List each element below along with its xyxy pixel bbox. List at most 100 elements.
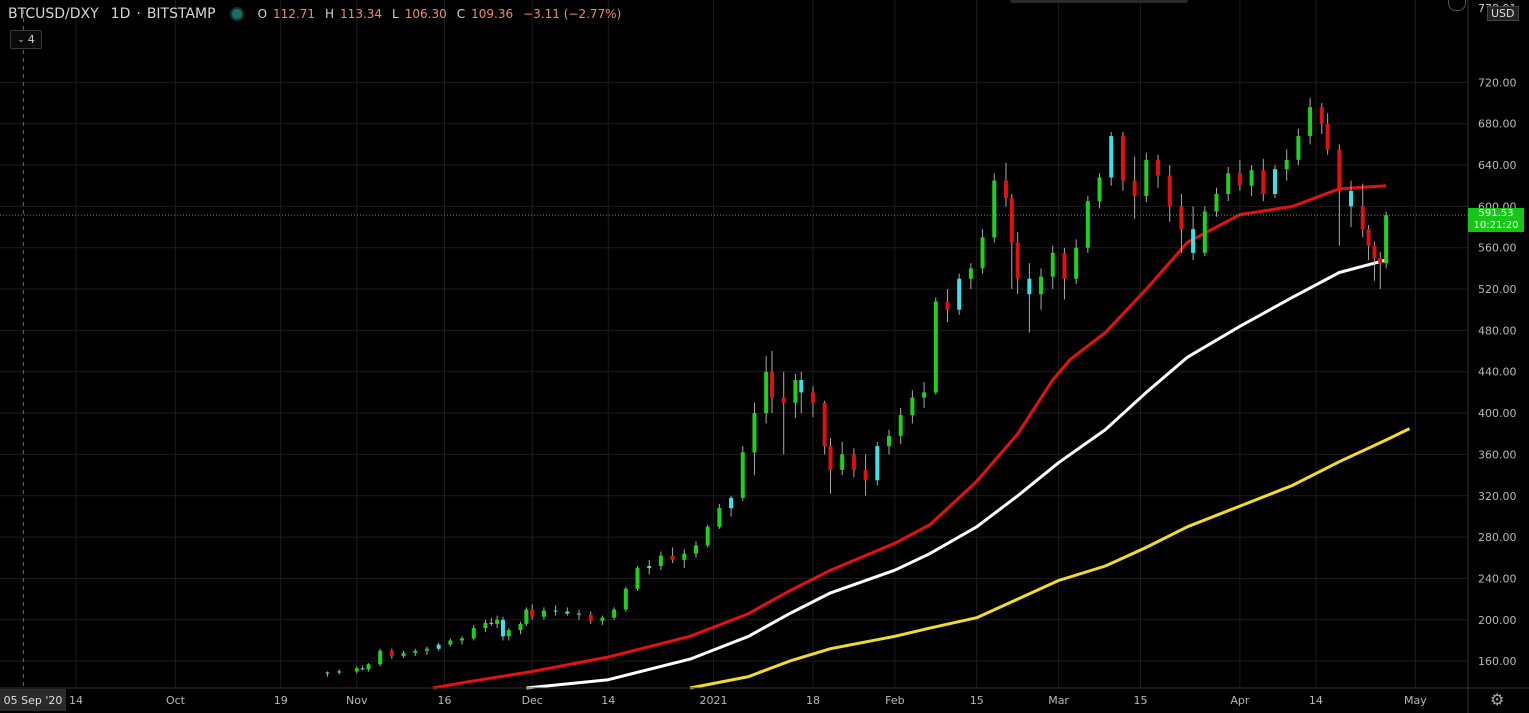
candle-body bbox=[354, 668, 359, 672]
candle-body bbox=[752, 413, 757, 453]
symbol-header: BTCUSD/DXY 1D · BITSTAMP O 112.71 H 113.34… bbox=[8, 6, 625, 22]
current-price-value: 591.53 bbox=[1478, 208, 1514, 220]
price-tick-label: 520.00 bbox=[1478, 283, 1517, 296]
candle-body bbox=[471, 628, 476, 639]
time-tick-label: Mar bbox=[1048, 694, 1069, 707]
candle-body bbox=[524, 609, 529, 624]
price-tick-label: 320.00 bbox=[1478, 490, 1517, 503]
candle-body bbox=[705, 526, 710, 546]
indicators-count: 4 bbox=[27, 33, 35, 46]
candle-body bbox=[799, 380, 804, 393]
current-price-badge: 591.53 10:21:20 bbox=[1468, 208, 1524, 233]
price-tick-label: 200.00 bbox=[1478, 614, 1517, 627]
candle-body bbox=[500, 619, 505, 637]
candle-body bbox=[1074, 247, 1079, 279]
time-tick-label: Oct bbox=[166, 694, 186, 707]
candle-body bbox=[875, 446, 880, 481]
candle[interactable] bbox=[623, 586, 628, 612]
candle-body bbox=[840, 454, 845, 470]
candle[interactable] bbox=[992, 173, 997, 243]
candle-body bbox=[740, 452, 745, 498]
price-tick-label: 720.00 bbox=[1478, 76, 1517, 89]
candle-body bbox=[851, 454, 856, 470]
candle-body bbox=[647, 566, 652, 569]
indicators-toggle-button[interactable]: ⌄ 4 bbox=[10, 30, 42, 49]
candle[interactable] bbox=[1384, 211, 1389, 269]
interval-label[interactable]: 1D bbox=[111, 6, 131, 22]
candle-body bbox=[1003, 180, 1008, 199]
candle-body bbox=[1050, 252, 1055, 277]
candle-body bbox=[933, 301, 938, 393]
time-tick-label: May bbox=[1404, 694, 1427, 707]
candle-body bbox=[1202, 211, 1207, 253]
candle-body bbox=[729, 497, 734, 509]
low-label: L bbox=[392, 7, 399, 21]
close-value: 109.36 bbox=[471, 7, 514, 21]
candle-body bbox=[489, 622, 494, 624]
time-tick-label: 14 bbox=[1309, 694, 1323, 707]
candle-body bbox=[1062, 252, 1067, 279]
candle-body bbox=[635, 568, 640, 589]
time-tick-label: 15 bbox=[970, 694, 984, 707]
candle-body bbox=[793, 380, 798, 403]
candle-body bbox=[1325, 123, 1330, 150]
candle-body bbox=[1167, 175, 1172, 207]
market-status-icon bbox=[229, 7, 244, 21]
candle-body bbox=[1249, 170, 1254, 186]
candle-body bbox=[424, 648, 429, 651]
candle[interactable] bbox=[635, 566, 640, 591]
candle-body bbox=[401, 652, 406, 656]
exchange-label: BITSTAMP bbox=[146, 6, 216, 22]
time-tick-label: 14 bbox=[601, 694, 615, 707]
candle-body bbox=[337, 671, 342, 673]
candle[interactable] bbox=[933, 297, 938, 395]
high-value: 113.34 bbox=[340, 7, 383, 21]
candle-body bbox=[577, 613, 582, 615]
price-tick-label: 160.00 bbox=[1478, 655, 1517, 668]
gear-icon[interactable]: ⚙ bbox=[1490, 690, 1504, 709]
candle-body bbox=[378, 650, 383, 665]
candle[interactable] bbox=[1144, 152, 1149, 203]
candle-body bbox=[957, 278, 962, 310]
candle-body bbox=[530, 609, 535, 617]
candle[interactable] bbox=[1272, 165, 1277, 199]
candle[interactable] bbox=[957, 273, 962, 315]
currency-badge[interactable]: USD bbox=[1487, 6, 1519, 21]
candle[interactable] bbox=[1202, 206, 1207, 256]
candle[interactable] bbox=[705, 524, 710, 548]
candle-body bbox=[1097, 177, 1102, 202]
candle-body bbox=[670, 555, 675, 560]
time-tick-label: Nov bbox=[346, 694, 368, 707]
symbol-label[interactable]: BTCUSD/DXY bbox=[8, 6, 99, 22]
candle-body bbox=[389, 650, 394, 656]
candle-body bbox=[506, 630, 511, 637]
time-tick-label: Apr bbox=[1230, 694, 1250, 707]
candle-body bbox=[1237, 173, 1242, 186]
candle[interactable] bbox=[740, 446, 745, 501]
candle[interactable] bbox=[378, 648, 383, 667]
price-tick-label: 680.00 bbox=[1478, 118, 1517, 131]
top-drag-handle[interactable] bbox=[1010, 0, 1188, 3]
candle-body bbox=[1120, 136, 1125, 181]
candle-body bbox=[770, 371, 775, 398]
change-value: −3.11 (−2.77%) bbox=[523, 7, 622, 21]
candle-body bbox=[1308, 107, 1313, 137]
candle-body bbox=[325, 672, 330, 674]
candle-body bbox=[910, 397, 915, 416]
time-tick-label: 19 bbox=[274, 694, 288, 707]
candle-body bbox=[1191, 229, 1196, 253]
crosshair-date-badge: 05 Sep '20 bbox=[0, 689, 66, 711]
open-label: O bbox=[257, 7, 268, 21]
candle[interactable] bbox=[875, 442, 880, 486]
candle-body bbox=[1272, 169, 1277, 194]
candle[interactable] bbox=[1085, 196, 1090, 253]
high-label: H bbox=[325, 7, 335, 21]
candle-body bbox=[1296, 136, 1301, 160]
candle[interactable] bbox=[524, 607, 529, 626]
candle-body bbox=[1027, 278, 1032, 295]
chart-canvas[interactable]: 720.00680.00640.00600.00560.00520.00480.… bbox=[0, 0, 1529, 713]
price-tick-label: 360.00 bbox=[1478, 448, 1517, 461]
time-tick-label: 2021 bbox=[700, 694, 728, 707]
candle-body bbox=[968, 268, 973, 279]
candle-body bbox=[1284, 159, 1289, 170]
